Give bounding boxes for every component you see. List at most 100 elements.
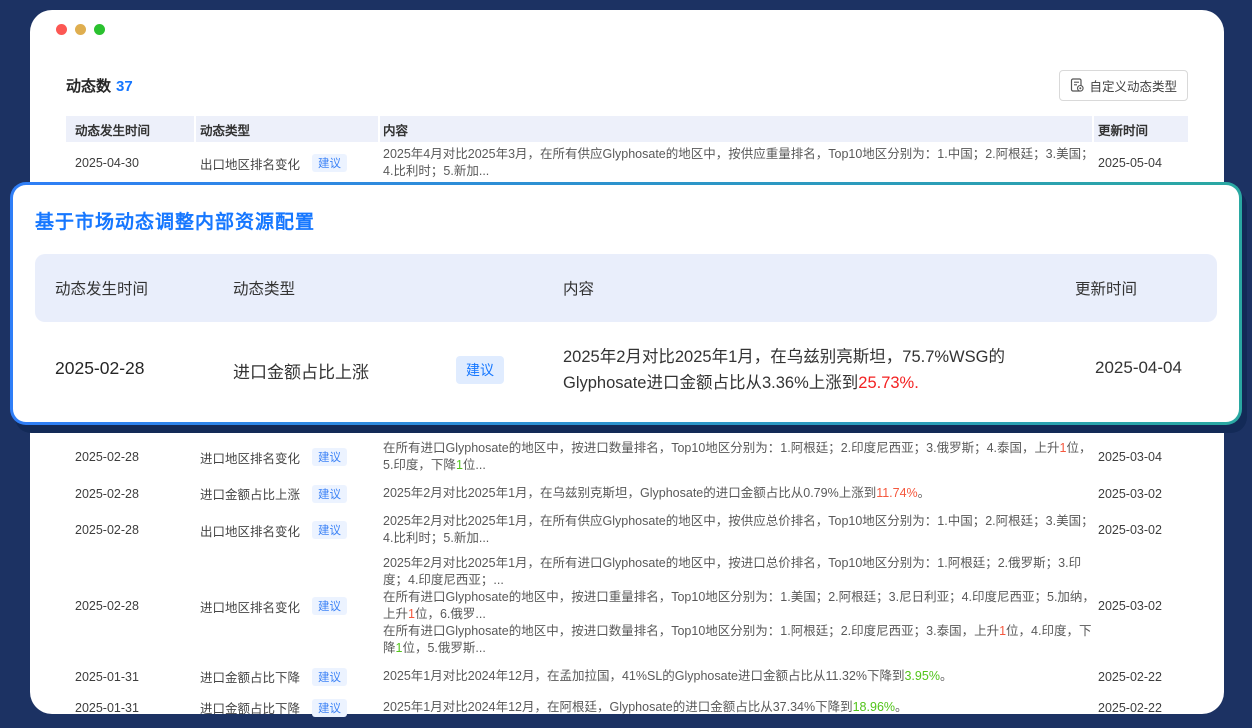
callout-table-header: 动态发生时间 动态类型 内容 更新时间 bbox=[35, 254, 1217, 322]
row-badge-cell: 建议 bbox=[312, 521, 383, 539]
content-text: 在所有进口Glyphosate的地区中，按进口数量排名，Top10地区分别为：1… bbox=[383, 624, 999, 638]
minimize-window-icon[interactable] bbox=[75, 24, 86, 35]
row-content: 2025年2月对比2025年1月，在所有供应Glyphosate的地区中，按供应… bbox=[383, 509, 1098, 551]
callout-column-updated: 更新时间 bbox=[1075, 277, 1217, 299]
row-updated: 2025-05-04 bbox=[1098, 156, 1188, 170]
content-line: 2025年2月对比2025年1月，在所有供应Glyphosate的地区中，按供应… bbox=[383, 513, 1098, 547]
table-row[interactable]: 2025-04-30出口地区排名变化建议2025年4月对比2025年3月，在所有… bbox=[66, 142, 1188, 184]
row-date: 2025-02-28 bbox=[75, 487, 200, 501]
row-date: 2025-02-28 bbox=[75, 599, 200, 613]
content-text: 位，5.俄罗斯... bbox=[402, 641, 485, 655]
table-row[interactable]: 2025-02-28进口地区排名变化建议 在所有进口Glyphosate的地区中，… bbox=[66, 436, 1188, 478]
row-content: 2025年2月对比2025年1月，在所有进口Glyphosate的地区中，按进口… bbox=[383, 551, 1098, 661]
suggestion-badge[interactable]: 建议 bbox=[456, 356, 504, 384]
table-row[interactable]: 2025-02-28进口金额占比上涨建议 2025年2月对比2025年1月，在乌兹… bbox=[66, 478, 1188, 509]
column-header-content: 内容 bbox=[380, 116, 1092, 142]
content-text: 2025年1月对比2024年12月，在阿根廷，Glyphosate的进口金额占比… bbox=[383, 700, 853, 714]
table-row[interactable]: 2025-01-31进口金额占比下降建议2025年1月对比2024年12月，在孟… bbox=[66, 661, 1188, 692]
row-badge-cell: 建议 bbox=[312, 597, 383, 615]
row-updated: 2025-03-02 bbox=[1098, 523, 1188, 537]
content-text: 。 bbox=[895, 700, 908, 714]
content-text: 。 bbox=[918, 486, 931, 500]
row-type: 出口地区排名变化 bbox=[200, 154, 312, 173]
table-row[interactable]: 2025-02-28出口地区排名变化建议 2025年2月对比2025年1月，在所有… bbox=[66, 509, 1188, 551]
content-line: 2025年2月对比2025年1月，在乌兹别克斯坦，Glyphosate的进口金额… bbox=[383, 485, 1098, 502]
callout-column-content: 内容 bbox=[563, 277, 1075, 299]
content-text: 2025年1月对比2024年12月，在孟加拉国，41%SL的Glyphosate… bbox=[383, 669, 904, 683]
content-text: 2025年2月对比2025年1月，在所有供应Glyphosate的地区中，按供应… bbox=[383, 514, 1094, 545]
row-date: 2025-02-28 bbox=[75, 523, 200, 537]
row-date: 2025-02-28 bbox=[75, 450, 200, 464]
content-text: 位... bbox=[463, 458, 486, 472]
row-type: 进口地区排名变化 bbox=[200, 448, 312, 467]
suggestion-badge[interactable]: 建议 bbox=[312, 699, 347, 717]
row-content: 2025年1月对比2024年12月，在阿根廷，Glyphosate的进口金额占比… bbox=[383, 695, 1098, 720]
toolbar: 动态数 37 自定义动态类型 bbox=[66, 70, 1188, 100]
callout-row-date: 2025-02-28 bbox=[35, 344, 233, 379]
row-updated: 2025-03-02 bbox=[1098, 599, 1188, 613]
row-type: 进口金额占比下降 bbox=[200, 667, 312, 686]
row-type: 出口地区排名变化 bbox=[200, 521, 312, 540]
callout-title: 基于市场动态调整内部资源配置 bbox=[35, 207, 1239, 234]
row-updated: 2025-03-02 bbox=[1098, 487, 1188, 501]
customize-dynamic-type-button[interactable]: 自定义动态类型 bbox=[1059, 70, 1188, 101]
value-down: 3.95% bbox=[904, 669, 939, 683]
table-row[interactable]: 2025-02-28进口地区排名变化建议 2025年2月对比2025年1月，在所有… bbox=[66, 551, 1188, 661]
content-text: 在所有进口Glyphosate的地区中，按进口数量排名，Top10地区分别为：1… bbox=[383, 441, 1060, 455]
row-content: 2025年2月对比2025年1月，在乌兹别克斯坦，Glyphosate的进口金额… bbox=[383, 481, 1098, 506]
row-badge-cell: 建议 bbox=[312, 668, 383, 686]
content-line: 在所有进口Glyphosate的地区中，按进口重量排名，Top10地区分别为：1… bbox=[383, 589, 1098, 623]
row-content: 2025年1月对比2024年12月，在孟加拉国，41%SL的Glyphosate… bbox=[383, 664, 1098, 689]
content-line: 2025年1月对比2024年12月，在阿根廷，Glyphosate的进口金额占比… bbox=[383, 699, 1098, 716]
dynamic-count-value: 37 bbox=[116, 78, 133, 95]
value-up: 1 bbox=[999, 624, 1006, 638]
content-line: 2025年1月对比2024年12月，在孟加拉国，41%SL的Glyphosate… bbox=[383, 668, 1098, 685]
row-badge-cell: 建议 bbox=[312, 485, 383, 503]
callout-column-type: 动态类型 bbox=[233, 277, 446, 299]
content-line: 2025年4月对比2025年3月，在所有供应Glyphosate的地区中，按供应… bbox=[383, 146, 1098, 180]
column-header-type: 动态类型 bbox=[196, 116, 378, 142]
value-up: 1 bbox=[408, 607, 415, 621]
suggestion-badge[interactable]: 建议 bbox=[312, 521, 347, 539]
callout-row-type: 进口金额占比上涨 bbox=[233, 344, 446, 383]
window-controls bbox=[56, 24, 105, 35]
suggestion-badge[interactable]: 建议 bbox=[312, 668, 347, 686]
row-badge-cell: 建议 bbox=[312, 448, 383, 466]
callout-row-updated: 2025-04-04 bbox=[1075, 344, 1217, 378]
customize-button-label: 自定义动态类型 bbox=[1089, 76, 1177, 95]
content-line: 在所有进口Glyphosate的地区中，按进口数量排名，Top10地区分别为：1… bbox=[383, 440, 1098, 474]
suggestion-badge[interactable]: 建议 bbox=[312, 448, 347, 466]
callout-table-row[interactable]: 2025-02-28 进口金额占比上涨 建议 2025年2月对比2025年1月，… bbox=[35, 344, 1217, 396]
content-text: 在所有进口Glyphosate的地区中，按进口重量排名，Top10地区分别为：1… bbox=[383, 590, 1095, 621]
row-content: 2025年4月对比2025年3月，在所有供应Glyphosate的地区中，按供应… bbox=[383, 142, 1098, 184]
row-type: 进口金额占比上涨 bbox=[200, 484, 312, 503]
content-text: 2025年4月对比2025年3月，在所有供应Glyphosate的地区中，按供应… bbox=[383, 147, 1094, 178]
dynamic-count-label: 动态数 bbox=[66, 78, 111, 95]
table-row[interactable]: 2025-01-31进口金额占比下降建议 2025年1月对比2024年12月，在阿… bbox=[66, 692, 1188, 723]
content-text: 2025年2月对比2025年1月，在乌兹别克斯坦，Glyphosate的进口金额… bbox=[383, 486, 876, 500]
maximize-window-icon[interactable] bbox=[94, 24, 105, 35]
row-content: 在所有进口Glyphosate的地区中，按进口数量排名，Top10地区分别为：1… bbox=[383, 436, 1098, 478]
row-updated: 2025-02-22 bbox=[1098, 701, 1188, 715]
row-badge-cell: 建议 bbox=[312, 699, 383, 717]
callout-row-content: 2025年2月对比2025年1月，在乌兹别亮斯坦，75.7%WSG的Glypho… bbox=[563, 344, 1075, 396]
content-text: 位，6.俄罗... bbox=[415, 607, 486, 621]
row-type: 进口金额占比下降 bbox=[200, 698, 312, 717]
content-text: 2025年2月对比2025年1月，在乌兹别亮斯坦，75.7%WSG的Glypho… bbox=[563, 348, 1005, 392]
table-header: 动态发生时间 动态类型 内容 更新时间 bbox=[66, 116, 1188, 142]
content-text: 。 bbox=[940, 669, 953, 683]
document-gear-icon bbox=[1070, 78, 1084, 92]
content-line: 2025年2月对比2025年1月，在所有进口Glyphosate的地区中，按进口… bbox=[383, 555, 1098, 589]
close-window-icon[interactable] bbox=[56, 24, 67, 35]
suggestion-badge[interactable]: 建议 bbox=[312, 154, 347, 172]
row-type: 进口地区排名变化 bbox=[200, 597, 312, 616]
row-updated: 2025-03-04 bbox=[1098, 450, 1188, 464]
highlight-callout-body: 基于市场动态调整内部资源配置 动态发生时间 动态类型 内容 更新时间 2025-… bbox=[13, 185, 1239, 422]
suggestion-badge[interactable]: 建议 bbox=[312, 485, 347, 503]
highlight-callout: 基于市场动态调整内部资源配置 动态发生时间 动态类型 内容 更新时间 2025-… bbox=[10, 182, 1242, 425]
dynamic-count: 动态数 37 bbox=[66, 75, 133, 96]
suggestion-badge[interactable]: 建议 bbox=[312, 597, 347, 615]
table-row[interactable]: 2025-01-31进口金额占比下降建议2025年1月对比2024年12月，在菲… bbox=[66, 723, 1188, 728]
row-date: 2025-01-31 bbox=[75, 701, 200, 715]
content-text: 2025年2月对比2025年1月，在所有进口Glyphosate的地区中，按进口… bbox=[383, 556, 1081, 587]
